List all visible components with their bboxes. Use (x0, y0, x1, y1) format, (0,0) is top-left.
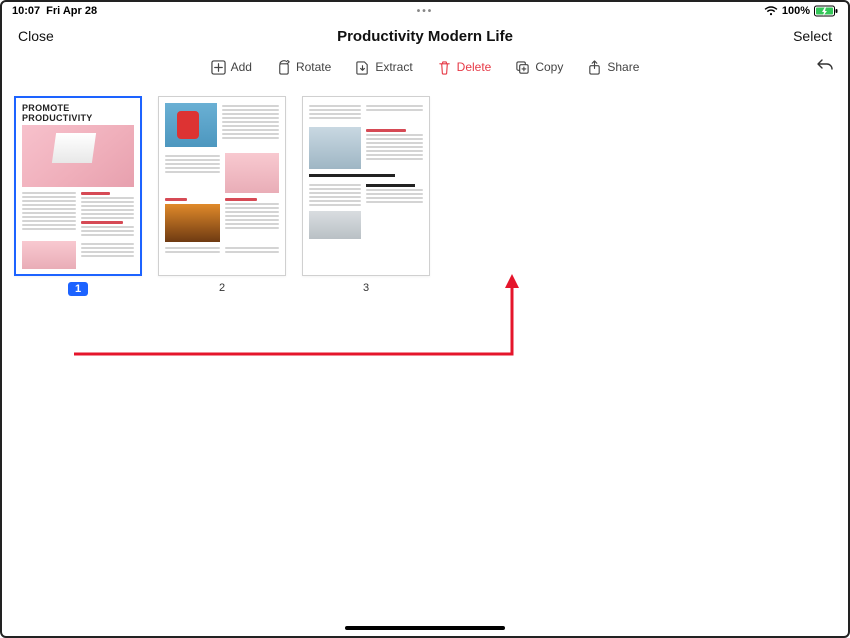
page-thumbnail-2[interactable] (158, 96, 286, 276)
page-number: 2 (219, 282, 225, 294)
status-battery-pct: 100% (782, 5, 810, 17)
page-thumbnail-3[interactable] (302, 96, 430, 276)
page-number-badge: 1 (68, 282, 88, 296)
content-area: PROMOTE PRODUCTIVITY (2, 92, 848, 636)
copy-icon (515, 60, 530, 75)
extract-label: Extract (375, 60, 412, 74)
share-label: Share (607, 60, 639, 74)
trash-icon (437, 60, 452, 75)
thumbnail-wrap: PROMOTE PRODUCTIVITY (14, 96, 142, 296)
share-icon (587, 60, 602, 75)
battery-icon (814, 5, 838, 17)
rotate-button[interactable]: Rotate (276, 60, 331, 75)
page-thumbnails: PROMOTE PRODUCTIVITY (14, 96, 836, 296)
wifi-icon (764, 6, 778, 16)
undo-icon (816, 57, 834, 71)
device-frame: 10:07 Fri Apr 28 ••• 100% Close Producti… (0, 0, 850, 638)
delete-button[interactable]: Delete (437, 60, 492, 75)
header: Close Productivity Modern Life Select (2, 20, 848, 52)
extract-icon (355, 60, 370, 75)
share-button[interactable]: Share (587, 60, 639, 75)
toolbar: Add Rotate Extract Delete Copy (2, 52, 848, 82)
select-button[interactable]: Select (793, 28, 832, 44)
rotate-label: Rotate (296, 60, 331, 74)
thumbnail-wrap: 3 (302, 96, 430, 296)
rotate-icon (276, 60, 291, 75)
status-bar: 10:07 Fri Apr 28 ••• 100% (2, 2, 848, 20)
copy-button[interactable]: Copy (515, 60, 563, 75)
status-date: Fri Apr 28 (46, 5, 97, 17)
add-label: Add (231, 60, 252, 74)
thumb-title: PROMOTE PRODUCTIVITY (16, 98, 140, 125)
copy-label: Copy (535, 60, 563, 74)
status-center-dots: ••• (417, 6, 434, 17)
page-thumbnail-1[interactable]: PROMOTE PRODUCTIVITY (14, 96, 142, 276)
page-number: 3 (363, 282, 369, 294)
extract-button[interactable]: Extract (355, 60, 412, 75)
status-time: 10:07 (12, 5, 40, 17)
home-indicator[interactable] (345, 626, 505, 630)
thumbnail-wrap: 2 (158, 96, 286, 296)
add-icon (211, 60, 226, 75)
page-title: Productivity Modern Life (337, 28, 513, 45)
undo-button[interactable] (816, 57, 834, 76)
delete-label: Delete (457, 60, 492, 74)
close-button[interactable]: Close (18, 28, 54, 44)
add-button[interactable]: Add (211, 60, 252, 75)
